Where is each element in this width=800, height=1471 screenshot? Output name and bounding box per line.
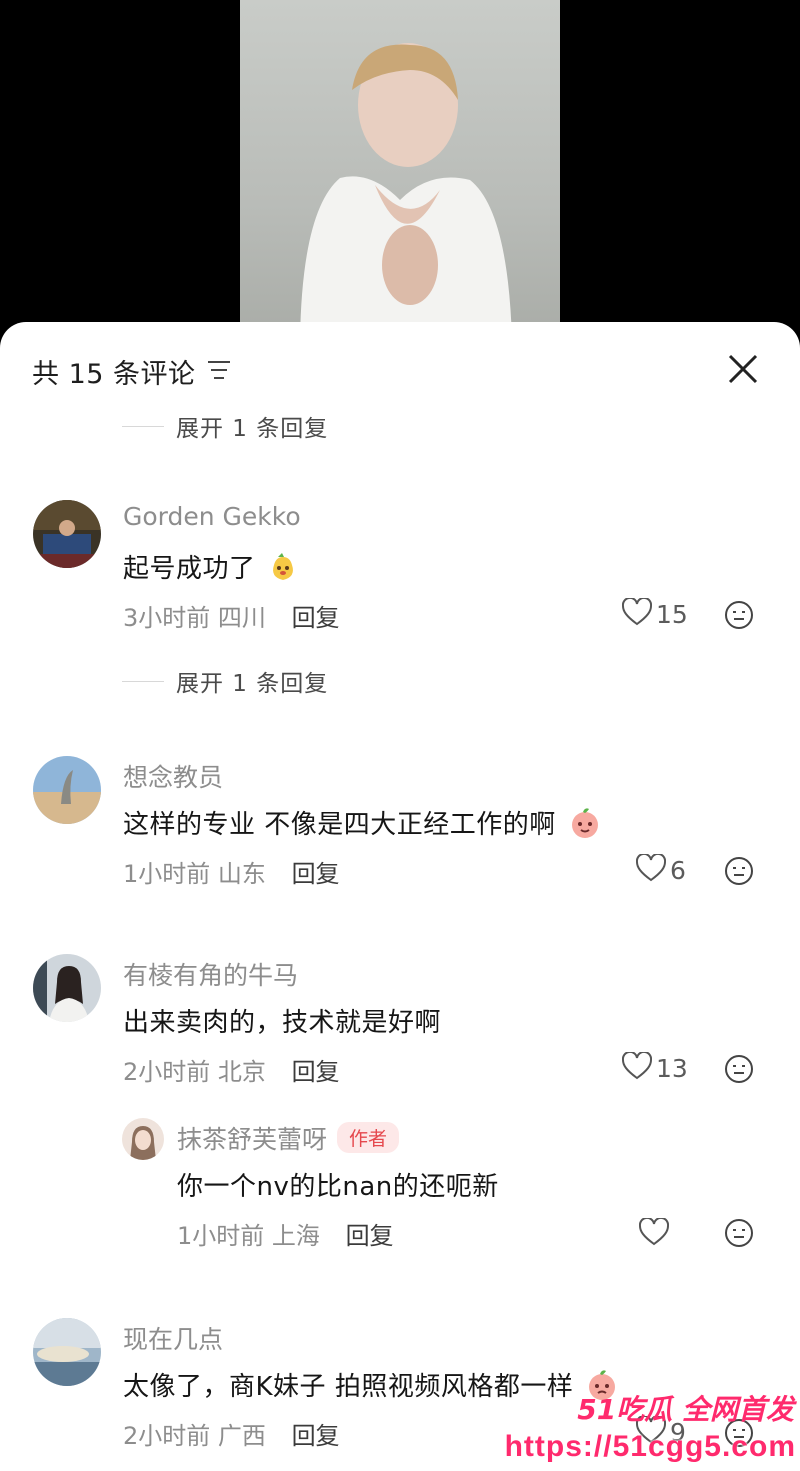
reply-button[interactable]: 回复: [346, 1222, 394, 1250]
comment-meta: 2小时前 广西 回复: [123, 1416, 340, 1451]
peach-face-emoji-icon: [569, 807, 601, 846]
like-count: 13: [656, 1053, 688, 1083]
expand-replies-label: 展开 1 条回复: [176, 416, 329, 442]
reply-text-row: 你一个nv的比nan的还呃新: [177, 1166, 499, 1203]
comment-time: 2小时前: [123, 1058, 211, 1086]
watermark-url: https://51cgg5.com: [504, 1430, 796, 1463]
like-button[interactable]: 6: [635, 852, 686, 886]
comment-text: 起号成功了: [123, 554, 256, 584]
heart-icon: [621, 596, 653, 630]
comment-text-row: 起号成功了: [123, 548, 298, 590]
comment-time: 3小时前: [123, 604, 211, 632]
dislike-face-icon[interactable]: [724, 1054, 754, 1088]
comment-username[interactable]: 现在几点: [123, 1320, 223, 1356]
comment-time: 2小时前: [123, 1422, 211, 1450]
sort-icon[interactable]: [207, 359, 231, 385]
like-button[interactable]: 15: [621, 596, 688, 630]
comment-location: 广西: [217, 1422, 266, 1450]
video-frame[interactable]: [240, 0, 560, 340]
avatar[interactable]: [33, 756, 101, 824]
comment-count-title: 共 15 条评论: [32, 359, 196, 390]
heart-icon: [621, 1050, 653, 1084]
expand-replies-label: 展开 1 条回复: [176, 671, 329, 697]
dislike-face-icon[interactable]: [724, 856, 754, 890]
reply-location: 上海: [271, 1222, 320, 1250]
avatar[interactable]: [33, 1318, 101, 1386]
comment-location: 北京: [217, 1058, 266, 1086]
dislike-face-icon[interactable]: [724, 1218, 754, 1252]
comment-username[interactable]: Gorden Gekko: [123, 502, 301, 531]
video-person-image: [300, 43, 512, 340]
avatar[interactable]: [122, 1118, 164, 1160]
watermark-text: 51吃瓜 全网首发: [577, 1393, 794, 1426]
comment-time: 1小时前: [123, 860, 211, 888]
cute-face-emoji-icon: [268, 553, 298, 590]
comment-text: 太像了，商K妹子 拍照视频风格都一样: [123, 1372, 574, 1402]
heart-icon: [638, 1216, 670, 1250]
comment-location: 山东: [217, 860, 266, 888]
close-icon[interactable]: [727, 353, 759, 389]
expand-replies-button[interactable]: 展开 1 条回复: [122, 666, 329, 697]
reply-button[interactable]: 回复: [292, 1422, 340, 1450]
expand-replies-button[interactable]: 展开 1 条回复: [122, 411, 329, 442]
reply-text: 你一个nv的比nan的还呃新: [177, 1172, 499, 1202]
comment-text-row: 出来卖肉的，技术就是好啊: [123, 1002, 441, 1039]
author-badge: 作者: [337, 1122, 400, 1153]
divider: [122, 680, 164, 682]
avatar[interactable]: [33, 500, 101, 568]
watermark-logo: 51吃瓜 全网首发: [577, 1388, 794, 1428]
reply-button[interactable]: 回复: [292, 860, 340, 888]
divider: [122, 425, 164, 427]
comment-username[interactable]: 有棱有角的牛马: [123, 956, 298, 992]
reply-button[interactable]: 回复: [292, 1058, 340, 1086]
heart-icon: [635, 852, 667, 886]
reply-username[interactable]: 抹茶舒芙蕾呀: [177, 1125, 327, 1154]
comment-text: 出来卖肉的，技术就是好啊: [123, 1008, 442, 1038]
dislike-face-icon[interactable]: [724, 600, 754, 634]
video-player[interactable]: [0, 0, 800, 340]
like-button[interactable]: [638, 1216, 670, 1250]
avatar[interactable]: [33, 954, 101, 1022]
like-count: 15: [656, 599, 688, 629]
comment-meta: 2小时前 北京 回复: [123, 1052, 340, 1087]
comment-text: 这样的专业 不像是四大正经工作的啊: [123, 810, 556, 840]
comment-meta: 3小时前 四川 回复: [123, 598, 340, 633]
reply-button[interactable]: 回复: [292, 604, 340, 632]
comment-sheet: 共 15 条评论 展开 1 条回复 Gorden Gekko 起号成功了 3小时…: [0, 322, 800, 1471]
comment-username[interactable]: 想念教员: [123, 758, 223, 794]
comment-text-row: 太像了，商K妹子 拍照视频风格都一样: [123, 1366, 618, 1408]
reply-username-row: 抹茶舒芙蕾呀 作者: [177, 1120, 400, 1156]
reply-meta: 1小时前 上海 回复: [177, 1216, 394, 1251]
comment-meta: 1小时前 山东 回复: [123, 854, 340, 889]
comment-location: 四川: [217, 604, 266, 632]
like-button[interactable]: 13: [621, 1050, 688, 1084]
reply-time: 1小时前: [177, 1222, 265, 1250]
like-count: 6: [670, 855, 686, 885]
comment-text-row: 这样的专业 不像是四大正经工作的啊: [123, 804, 601, 846]
comment-sheet-header: 共 15 条评论: [0, 322, 800, 418]
